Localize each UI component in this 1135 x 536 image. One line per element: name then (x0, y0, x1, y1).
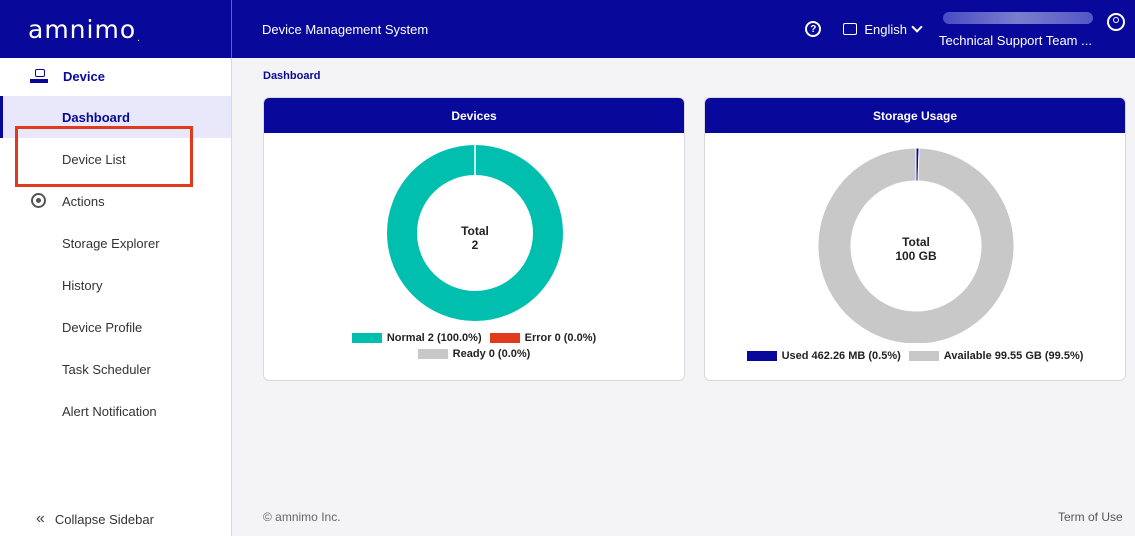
sidebar-section-label: Device (63, 68, 105, 84)
sidebar-item-history[interactable]: History (0, 264, 231, 306)
legend-label-normal: Normal 2 (100.0%) (386, 332, 482, 344)
redacted-account-name (943, 12, 1093, 24)
top-bar: amnimo. Device Management System ? Engli… (0, 0, 1135, 58)
legend-label-available: Available 99.55 GB (99.5%) (943, 350, 1084, 362)
sidebar-section-device[interactable]: Device (0, 58, 231, 94)
sidebar-item-label: Actions (62, 193, 105, 209)
devices-total-title: Total (461, 224, 489, 238)
terms-of-use-link[interactable]: Term of Use (1058, 510, 1123, 524)
legend-label-used: Used 462.26 MB (0.5%) (781, 350, 901, 362)
chat-icon (843, 23, 858, 35)
legend-item-used[interactable]: Used 462.26 MB (0.5%) (746, 350, 901, 362)
collapse-sidebar-button[interactable]: « Collapse Sidebar (0, 502, 231, 536)
logo-area[interactable]: amnimo. (0, 0, 232, 58)
sidebar-item-label: Device Profile (62, 319, 143, 335)
app-title: Device Management System (262, 21, 429, 37)
account-menu[interactable]: Technical Support Team ... (937, 0, 1095, 58)
sidebar-item-device-list[interactable]: Device List (0, 138, 231, 180)
chevron-down-icon (911, 21, 923, 33)
sidebar-item-label: History (62, 277, 103, 293)
sidebar-item-label: Storage Explorer (62, 235, 160, 251)
breadcrumb[interactable]: Dashboard (263, 70, 320, 82)
copyright-text: © amnimo Inc. (263, 510, 341, 524)
legend-item-available[interactable]: Available 99.55 GB (99.5%) (908, 350, 1084, 362)
sidebar-item-dashboard[interactable]: Dashboard (0, 96, 231, 138)
legend-swatch-used (746, 351, 777, 361)
team-name: Technical Support Team ... (939, 33, 1092, 48)
sidebar: Device Dashboard Device List Actions Sto… (0, 58, 232, 536)
sidebar-item-label: Task Scheduler (62, 361, 151, 377)
devices-card: Devices Total 2 Normal 2 (100.0%) Error … (263, 97, 685, 381)
legend-swatch-available (908, 351, 939, 361)
sidebar-item-storage-explorer[interactable]: Storage Explorer (0, 222, 231, 264)
double-chevron-left-icon: « (36, 510, 45, 527)
language-selector[interactable]: English (843, 21, 923, 37)
legend-swatch-ready (417, 349, 448, 359)
gear-circle-icon (31, 193, 46, 208)
legend-label-error: Error 0 (0.0%) (524, 332, 597, 344)
storage-total-title: Total (902, 235, 930, 249)
legend-swatch-normal (351, 333, 382, 343)
sidebar-item-actions[interactable]: Actions (0, 180, 231, 222)
storage-card: Storage Usage Total 100 GB Used 462.26 M… (704, 97, 1126, 381)
storage-legend: Used 462.26 MB (0.5%) Available 99.55 GB… (705, 348, 1125, 364)
language-label: English (864, 21, 907, 37)
devices-total-label: Total 2 (425, 224, 525, 252)
user-circle-icon[interactable] (1107, 13, 1125, 31)
legend-item-error[interactable]: Error 0 (0.0%) (489, 332, 597, 344)
legend-item-normal[interactable]: Normal 2 (100.0%) (351, 332, 482, 344)
storage-card-title: Storage Usage (705, 98, 1125, 133)
sidebar-item-alert-notification[interactable]: Alert Notification (0, 390, 231, 432)
storage-total-value: 100 GB (895, 249, 937, 263)
sidebar-item-label: Alert Notification (62, 403, 157, 419)
sidebar-item-device-profile[interactable]: Device Profile (0, 306, 231, 348)
sidebar-item-label: Dashboard (62, 109, 130, 125)
legend-item-ready[interactable]: Ready 0 (0.0%) (417, 348, 531, 360)
amnimo-logo[interactable]: amnimo. (28, 15, 141, 44)
storage-total-label: Total 100 GB (866, 235, 966, 263)
device-icon (30, 69, 48, 83)
devices-card-title: Devices (264, 98, 684, 133)
sidebar-item-label: Device List (62, 151, 126, 167)
sidebar-item-task-scheduler[interactable]: Task Scheduler (0, 348, 231, 390)
legend-swatch-error (489, 333, 520, 343)
collapse-sidebar-label: Collapse Sidebar (54, 511, 154, 527)
question-circle-icon[interactable]: ? (805, 21, 822, 37)
devices-legend: Normal 2 (100.0%) Error 0 (0.0%) Ready 0… (264, 330, 684, 362)
devices-total-value: 2 (471, 238, 479, 252)
legend-label-ready: Ready 0 (0.0%) (452, 348, 531, 360)
